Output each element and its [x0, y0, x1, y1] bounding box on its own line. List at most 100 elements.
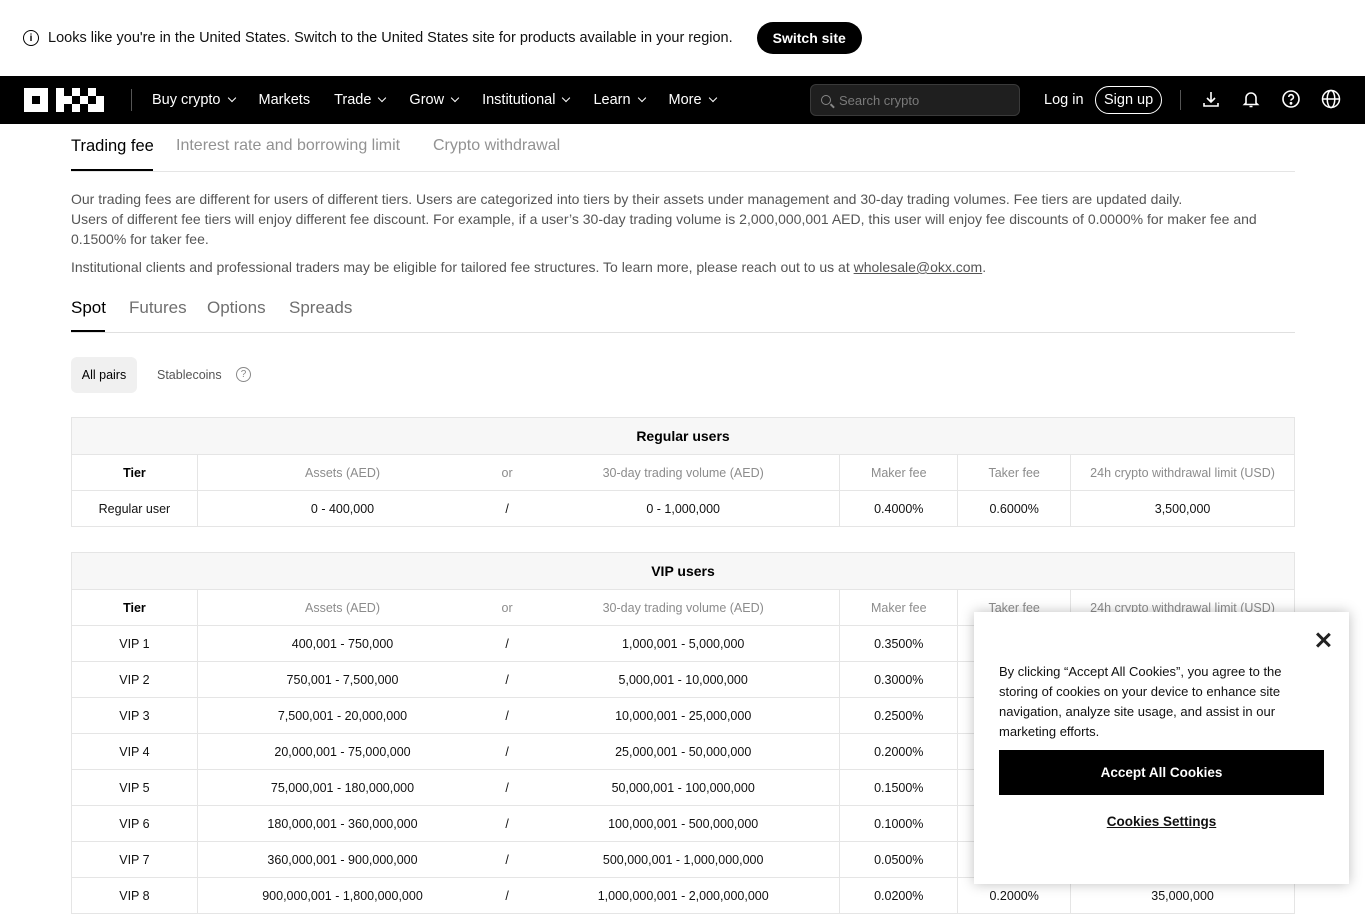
institutional-text-end: .	[982, 259, 987, 275]
nav-item-learn[interactable]: Learn	[593, 92, 646, 108]
cell-volume: 25,000,001 - 50,000,000	[527, 733, 841, 770]
column-header-or: or	[487, 589, 528, 626]
institutional-text: Institutional clients and professional t…	[71, 259, 854, 275]
nav-item-label: Grow	[409, 92, 445, 108]
signup-button[interactable]: Sign up	[1095, 86, 1163, 114]
fee-description-3: Institutional clients and professional t…	[71, 257, 1295, 277]
nav-item-institutional[interactable]: Institutional	[482, 92, 571, 108]
chevron-down-icon	[562, 93, 571, 103]
nav-item-label: Buy crypto	[152, 92, 221, 108]
cell-sep: /	[487, 490, 528, 527]
globe-icon[interactable]	[1320, 88, 1342, 110]
tab-spot[interactable]: Spot	[71, 298, 106, 318]
cell-sep: /	[487, 877, 528, 914]
nav-item-label: More	[668, 92, 702, 108]
tab-interest-rate[interactable]: Interest rate and borrowing limit	[176, 137, 400, 155]
nav-item-label: Trade	[334, 92, 372, 108]
cell-sep: /	[487, 733, 528, 770]
column-header-or: or	[487, 454, 528, 491]
column-header-maker: Maker fee	[839, 454, 959, 491]
column-header-tier: Tier	[71, 589, 198, 626]
accept-all-cookies-button[interactable]: Accept All Cookies	[999, 750, 1324, 795]
cell-assets: 180,000,001 - 360,000,000	[196, 805, 488, 842]
tab-spreads[interactable]: Spreads	[289, 298, 352, 318]
nav-item-label: Institutional	[482, 92, 556, 108]
column-header-taker: Taker fee	[957, 454, 1072, 491]
close-icon[interactable]	[1315, 632, 1331, 648]
cell-assets: 750,001 - 7,500,000	[196, 661, 488, 698]
cell-maker: 0.0200%	[839, 877, 959, 914]
nav-menu: Buy crypto Markets Trade Grow Institutional L…	[152, 92, 740, 108]
table-row: Regular user 0 - 400,000/0 - 1,000,000 0.4…	[71, 490, 1295, 527]
cell-taker: 0.6000%	[957, 490, 1072, 527]
tab-futures[interactable]: Futures	[129, 298, 187, 318]
cell-volume: 50,000,001 - 100,000,000	[527, 769, 841, 806]
column-header-assets: Assets (AED)	[196, 454, 488, 491]
cookie-text: By clicking “Accept All Cookies”, you ag…	[999, 664, 1282, 739]
region-banner: i Looks like you're in the United States…	[0, 0, 1365, 76]
download-icon[interactable]	[1200, 88, 1222, 110]
cell-maker: 0.0500%	[839, 841, 959, 878]
cell-tier: VIP 2	[71, 661, 198, 698]
tab-trading-fee[interactable]: Trading fee	[71, 137, 154, 156]
cell-volume: 1,000,000,001 - 2,000,000,000	[527, 877, 841, 914]
cell-maker: 0.2500%	[839, 697, 959, 734]
product-tabs: Spot Futures Options Spreads	[71, 286, 1295, 333]
cell-sep: /	[487, 841, 528, 878]
column-header-volume: 30-day trading volume (AED)	[527, 454, 841, 491]
bell-icon[interactable]	[1240, 88, 1262, 110]
cell-volume: 0 - 1,000,000	[527, 490, 841, 527]
region-message: Looks like you're in the United States. …	[48, 30, 733, 46]
cell-assets: 400,001 - 750,000	[196, 625, 488, 662]
cookies-settings-link[interactable]: Cookies Settings	[999, 814, 1324, 829]
nav-item-more[interactable]: More	[668, 92, 717, 108]
question-icon[interactable]: ?	[236, 367, 251, 382]
tab-options[interactable]: Options	[207, 298, 266, 318]
active-tab-indicator	[71, 169, 153, 171]
cell-assets: 900,000,001 - 1,800,000,000	[196, 877, 488, 914]
cell-maker: 0.4000%	[839, 490, 959, 527]
cell-assets: 0 - 400,000	[196, 490, 488, 527]
cell-assets: 7,500,001 - 20,000,000	[196, 697, 488, 734]
cell-sep: /	[487, 625, 528, 662]
help-icon[interactable]	[1280, 88, 1302, 110]
cell-maker: 0.3500%	[839, 625, 959, 662]
cell-sep: /	[487, 697, 528, 734]
nav-item-markets[interactable]: Markets	[259, 92, 311, 108]
cell-tier: VIP 4	[71, 733, 198, 770]
cell-limit: 3,500,000	[1070, 490, 1295, 527]
nav-item-trade[interactable]: Trade	[334, 92, 387, 108]
table-caption: Regular users	[71, 417, 1295, 455]
cell-tier: VIP 5	[71, 769, 198, 806]
chevron-down-icon	[227, 93, 236, 103]
cell-tier: VIP 7	[71, 841, 198, 878]
search-box[interactable]	[810, 84, 1020, 116]
nav-item-label: Markets	[258, 92, 311, 108]
search-icon	[821, 95, 831, 105]
active-product-indicator	[71, 330, 105, 332]
nav-divider	[1180, 90, 1181, 110]
okx-logo[interactable]	[24, 88, 104, 112]
cell-assets: 20,000,001 - 75,000,000	[196, 733, 488, 770]
tab-crypto-withdrawal[interactable]: Crypto withdrawal	[433, 137, 560, 155]
cell-maker: 0.1500%	[839, 769, 959, 806]
login-link[interactable]: Log in	[1044, 92, 1084, 108]
filter-all-pairs[interactable]: All pairs	[71, 357, 137, 393]
nav-item-buy-crypto[interactable]: Buy crypto	[152, 92, 236, 108]
search-input[interactable]	[839, 92, 999, 108]
nav-item-grow[interactable]: Grow	[409, 92, 460, 108]
nav-divider	[131, 89, 132, 111]
column-header-limit: 24h crypto withdrawal limit (USD)	[1070, 454, 1295, 491]
cell-tier: VIP 3	[71, 697, 198, 734]
cell-maker: 0.2000%	[839, 733, 959, 770]
chevron-down-icon	[637, 93, 646, 103]
cell-assets: 75,000,001 - 180,000,000	[196, 769, 488, 806]
filter-stablecoins[interactable]: Stablecoins	[157, 357, 222, 393]
nav-item-label: Learn	[593, 92, 631, 108]
cell-volume: 5,000,001 - 10,000,000	[527, 661, 841, 698]
column-header-maker: Maker fee	[839, 589, 959, 626]
fee-tabs: Trading fee Interest rate and borrowing …	[71, 124, 1295, 172]
cell-volume: 10,000,001 - 25,000,000	[527, 697, 841, 734]
switch-site-button[interactable]: Switch site	[756, 22, 862, 54]
wholesale-email-link[interactable]: wholesale@okx.com	[854, 259, 983, 275]
